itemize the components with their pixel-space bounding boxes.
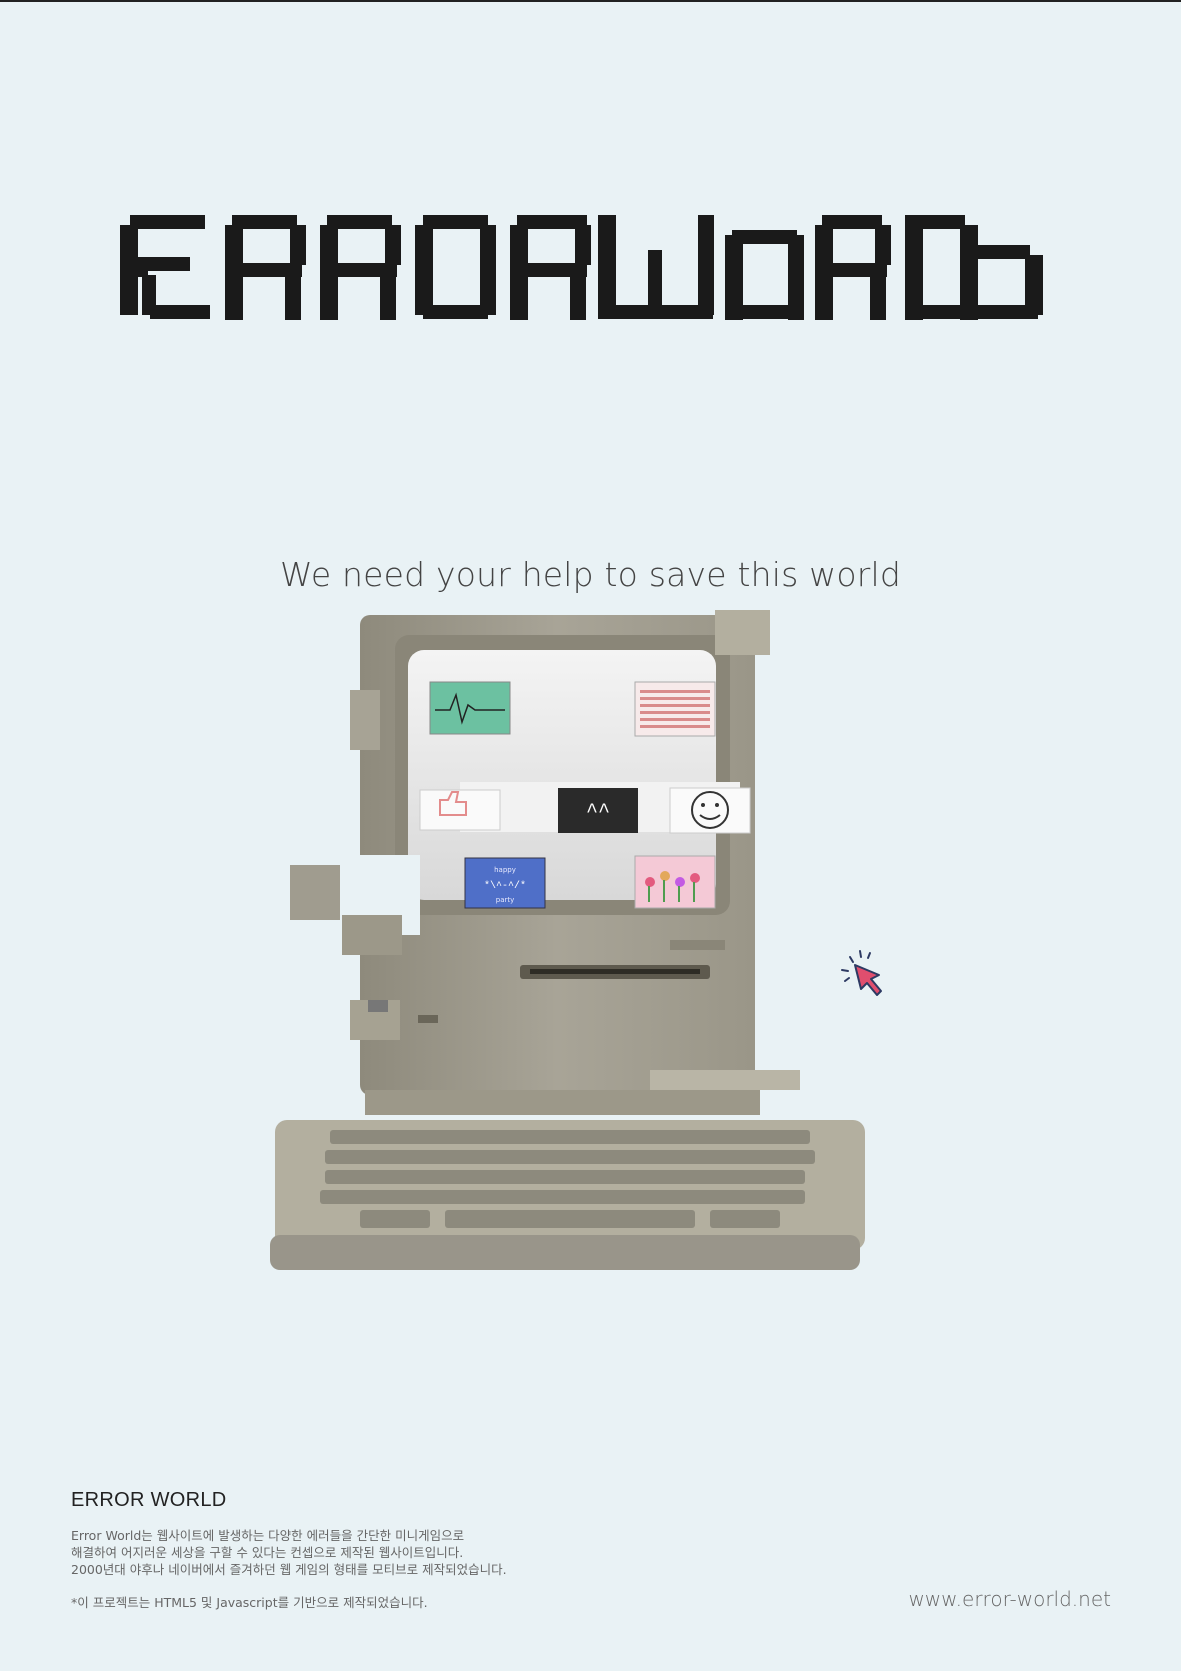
footer-description: Error World는 웹사이트에 발생하는 다양한 에러들을 간단한 미니게… [71,1527,507,1578]
happy-text: happy [494,866,516,874]
party-text: party [496,896,515,904]
footer-title: ERROR WORLD [71,1489,227,1511]
cute-face-text: ^^ [586,801,610,824]
footer-description-line: 해결하여 어지러운 세상을 구할 수 있다는 컨셉으로 제작된 웹사이트입니다. [71,1545,464,1560]
click-cursor-icon [835,945,895,1005]
top-border [0,0,1181,2]
footer-description-line: Error World는 웹사이트에 발생하는 다양한 에러들을 간단한 미니게… [71,1528,465,1543]
retro-computer-illustration: ^^ happy *\^-^/* party [270,610,930,1310]
website-link[interactable]: www.error-world.net [908,1587,1111,1611]
happy-face-text: *\^-^/* [484,880,526,892]
pixel-logo [120,215,1060,345]
tagline: We need your help to save this world [279,555,902,594]
footer-description-line: 2000년대 야후나 네이버에서 즐겨하던 웹 게임의 형태를 모티브로 제작되… [71,1562,507,1577]
footer-note: *이 프로젝트는 HTML5 및 Javascript를 기반으로 제작되었습니… [71,1595,428,1610]
